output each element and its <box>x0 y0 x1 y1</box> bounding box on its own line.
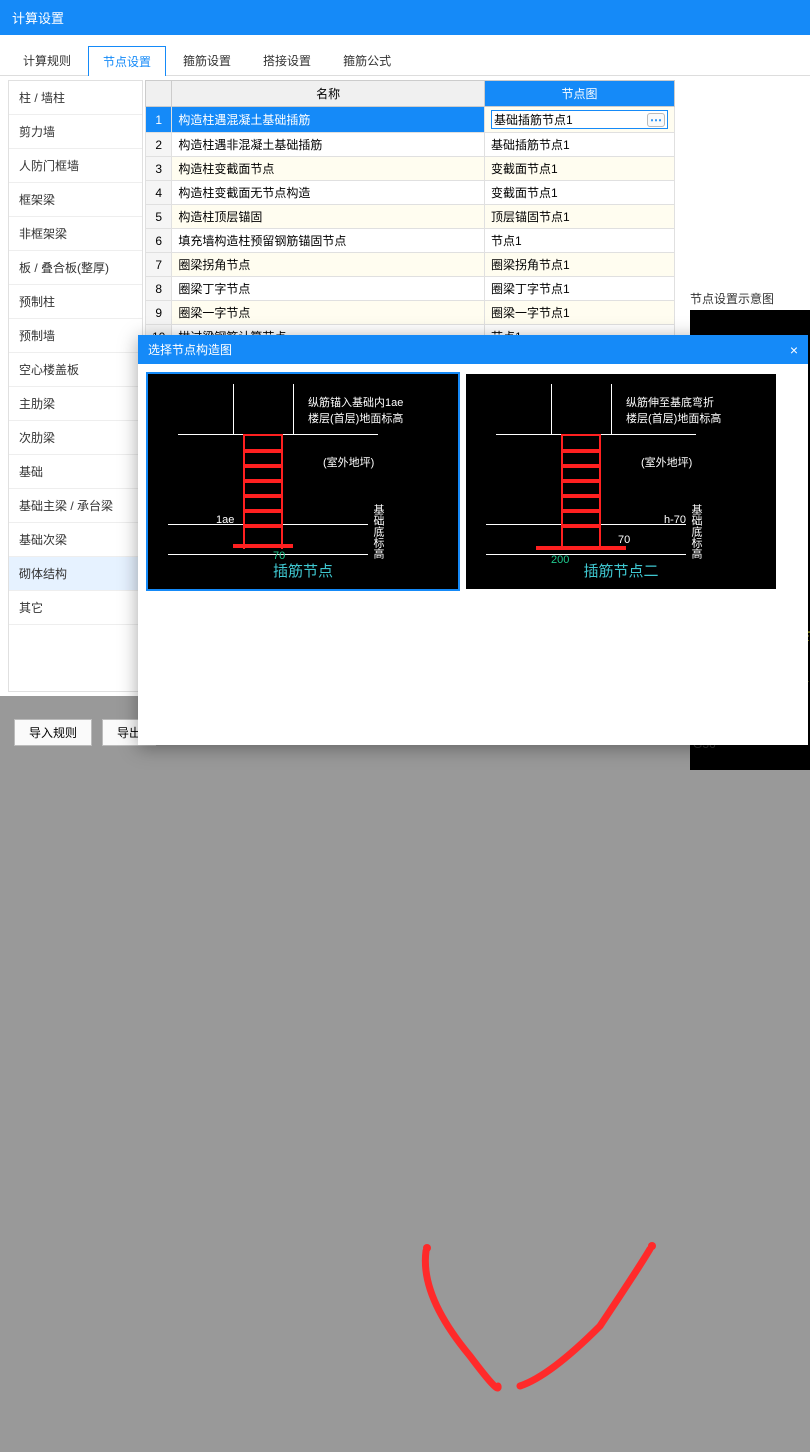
table-row[interactable]: 3 构造柱变截面节点 变截面节点1 <box>146 157 675 181</box>
diagram-option-2[interactable]: 纵筋伸至基底弯折 楼层(首层)地面标高 (室外地坪) h-70 200 70 基… <box>466 374 776 589</box>
cat-precast-wall[interactable]: 预制墙 <box>9 319 142 353</box>
tab-lap-settings[interactable]: 搭接设置 <box>248 45 326 75</box>
cat-precast-col[interactable]: 预制柱 <box>9 285 142 319</box>
diagram-caption: 插筋节点 <box>273 560 333 581</box>
cat-foundation-sec-beam[interactable]: 基础次梁 <box>9 523 142 557</box>
diagram-dim: 200 <box>551 554 569 566</box>
col-name: 名称 <box>172 81 485 107</box>
table-row[interactable]: 4 构造柱变截面无节点构造 变截面节点1 <box>146 181 675 205</box>
table-row[interactable]: 5 构造柱顶层锚固 顶层锚固节点1 <box>146 205 675 229</box>
modal-title-text: 选择节点构造图 <box>148 341 232 358</box>
diagram-annot: 楼层(首层)地面标高 <box>626 410 721 426</box>
table-row[interactable]: 2 构造柱遇非混凝土基础插筋 基础插筋节点1 <box>146 133 675 157</box>
node-table: 名称 节点图 1 构造柱遇混凝土基础插筋 基础插筋节点1 ⋯ 2 构造柱遇非混凝… <box>145 80 675 349</box>
table-row[interactable]: 1 构造柱遇混凝土基础插筋 基础插筋节点1 ⋯ <box>146 107 675 133</box>
import-rules-button[interactable]: 导入规则 <box>14 719 92 746</box>
diagram-dim2: 70 <box>618 534 630 546</box>
table-row[interactable]: 7 圈梁拐角节点 圈梁拐角节点1 <box>146 253 675 277</box>
diagram-annot: 纵筋伸至基底弯折 <box>626 394 714 410</box>
diagram-la: h-70 <box>664 514 686 526</box>
col-node: 节点图 <box>485 81 675 107</box>
schematic-title: 节点设置示意图 <box>690 290 774 307</box>
tab-calc-rules[interactable]: 计算规则 <box>8 45 86 75</box>
select-node-diagram-dialog: 选择节点构造图 × 纵筋锚入基础内1ae 楼层(首层)地面标高 (室外地坪) 1… <box>138 335 808 745</box>
diagram-option-1[interactable]: 纵筋锚入基础内1ae 楼层(首层)地面标高 (室外地坪) 1ae 70 基础底标… <box>148 374 458 589</box>
cat-hollow-slab[interactable]: 空心楼盖板 <box>9 353 142 387</box>
cat-frame-beam[interactable]: 框架梁 <box>9 183 142 217</box>
category-list: 柱 / 墙柱 剪力墙 人防门框墙 框架梁 非框架梁 板 / 叠合板(整厚) 预制… <box>8 80 143 692</box>
diagram-side: 基础底标高 <box>688 504 704 559</box>
diagram-annot: (室外地坪) <box>641 454 692 470</box>
table-row[interactable]: 8 圈梁丁字节点 圈梁丁字节点1 <box>146 277 675 301</box>
annotation-marker <box>0 696 810 1452</box>
col-idx <box>146 81 172 107</box>
cat-column[interactable]: 柱 / 墙柱 <box>9 81 142 115</box>
tab-stirrup-settings[interactable]: 箍筋设置 <box>168 45 246 75</box>
tab-strip: 计算规则 节点设置 箍筋设置 搭接设置 箍筋公式 <box>0 35 810 76</box>
cat-foundation-beam[interactable]: 基础主梁 / 承台梁 <box>9 489 142 523</box>
diagram-side: 基础底标高 <box>370 504 386 559</box>
window-title: 计算设置 <box>0 0 810 35</box>
node-cell-editor[interactable]: 基础插筋节点1 ⋯ <box>485 107 675 133</box>
node-value: 基础插筋节点1 <box>494 111 573 128</box>
diagram-annot: 楼层(首层)地面标高 <box>308 410 403 426</box>
cat-nonframe-beam[interactable]: 非框架梁 <box>9 217 142 251</box>
cat-slab[interactable]: 板 / 叠合板(整厚) <box>9 251 142 285</box>
cat-shearwall[interactable]: 剪力墙 <box>9 115 142 149</box>
cat-sec-rib[interactable]: 次肋梁 <box>9 421 142 455</box>
cat-main-rib[interactable]: 主肋梁 <box>9 387 142 421</box>
tab-node-settings[interactable]: 节点设置 <box>88 46 166 76</box>
table-row[interactable]: 6 填充墙构造柱预留钢筋锚固节点 节点1 <box>146 229 675 253</box>
cat-masonry[interactable]: 砌体结构 <box>9 557 142 591</box>
cat-other[interactable]: 其它 <box>9 591 142 625</box>
close-icon[interactable]: × <box>790 342 798 358</box>
diagram-annot: (室外地坪) <box>323 454 374 470</box>
diagram-la: 1ae <box>216 514 234 526</box>
diagram-caption: 插筋节点二 <box>583 560 658 581</box>
table-row[interactable]: 9 圈梁一字节点 圈梁一字节点1 <box>146 301 675 325</box>
cat-foundation[interactable]: 基础 <box>9 455 142 489</box>
cat-civil-defense[interactable]: 人防门框墙 <box>9 149 142 183</box>
diagram-annot: 纵筋锚入基础内1ae <box>308 394 403 410</box>
tab-stirrup-formula[interactable]: 箍筋公式 <box>328 45 406 75</box>
ellipsis-button[interactable]: ⋯ <box>647 113 665 127</box>
